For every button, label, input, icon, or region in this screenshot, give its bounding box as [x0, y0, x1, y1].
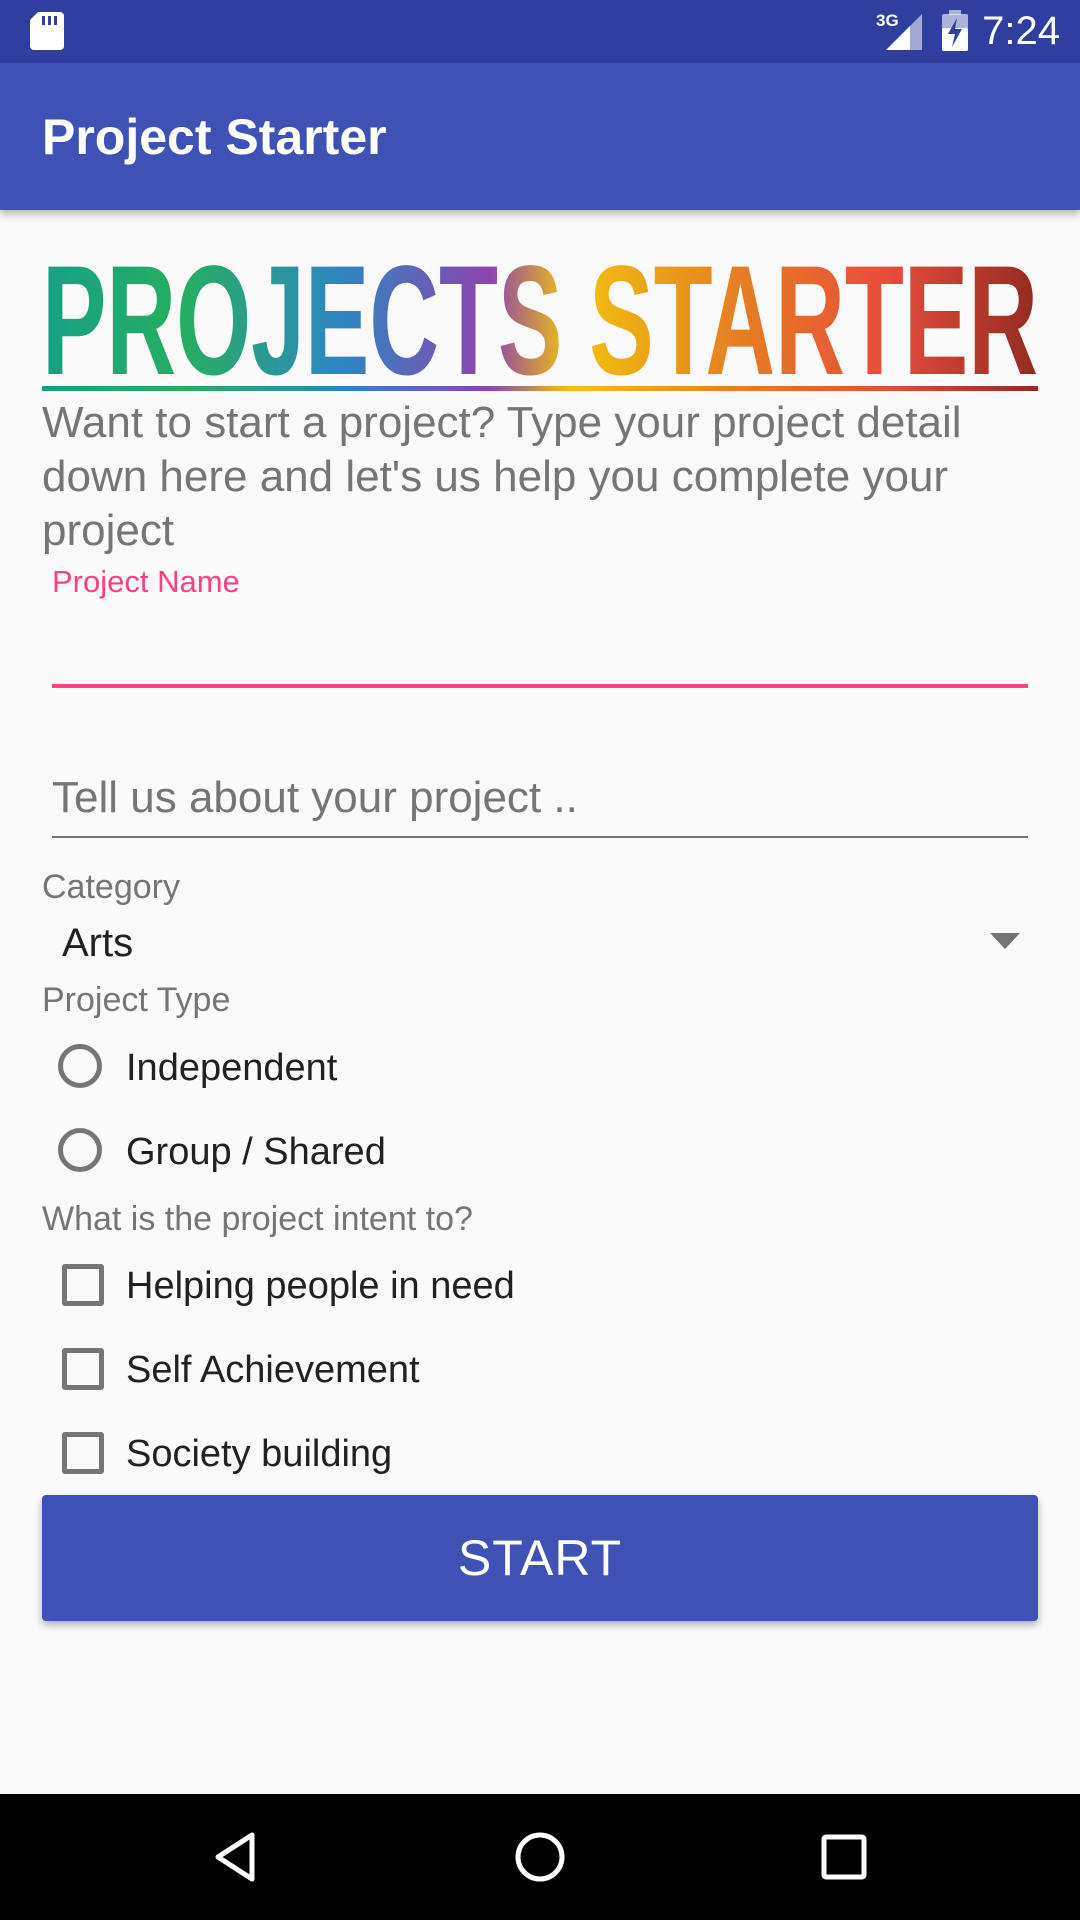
back-icon[interactable]: [206, 1827, 266, 1887]
checkbox-society-building[interactable]: Society building: [42, 1414, 842, 1498]
network-type-label: 3G: [876, 11, 899, 30]
intro-text: Want to start a project? Type your proje…: [42, 398, 962, 555]
battery-charging-icon: [942, 10, 968, 51]
dropdown-arrow-icon: [990, 933, 1020, 949]
recents-icon[interactable]: [814, 1827, 874, 1887]
sd-card-icon: [30, 12, 64, 50]
navigation-bar: [0, 1794, 1080, 1920]
radio-label: Independent: [126, 1047, 338, 1089]
project-name-label: Project Name: [52, 564, 240, 599]
app-bar: Project Starter: [0, 63, 1080, 210]
checkbox-self-achievement[interactable]: Self Achievement: [42, 1330, 842, 1414]
checkbox-label: Self Achievement: [126, 1349, 420, 1391]
checkbox-label: Helping people in need: [126, 1265, 515, 1307]
status-bar: 3G 7:24: [0, 0, 1080, 63]
checkbox-icon[interactable]: [62, 1432, 104, 1474]
status-time: 7:24: [982, 9, 1060, 53]
app-title: Project Starter: [42, 109, 387, 165]
banner-text: PROJECTS STARTER: [42, 248, 1038, 393]
category-selected-value: Arts: [62, 921, 134, 965]
radio-circle-icon[interactable]: [58, 1044, 102, 1088]
project-name-input[interactable]: [52, 600, 1028, 688]
signal-icon: 3G: [876, 11, 922, 50]
category-dropdown[interactable]: Arts: [42, 915, 1038, 971]
intent-label: What is the project intent to?: [42, 1200, 473, 1238]
start-button[interactable]: START: [42, 1495, 1038, 1621]
checkbox-helping-people[interactable]: Helping people in need: [42, 1246, 842, 1330]
radio-group-shared[interactable]: Group / Shared: [42, 1112, 842, 1196]
radio-independent[interactable]: Independent: [42, 1028, 842, 1112]
checkbox-icon[interactable]: [62, 1264, 104, 1306]
category-label: Category: [42, 868, 180, 906]
checkbox-icon[interactable]: [62, 1348, 104, 1390]
home-icon[interactable]: [510, 1827, 570, 1887]
radio-circle-icon[interactable]: [58, 1128, 102, 1172]
project-type-label: Project Type: [42, 981, 231, 1019]
checkbox-label: Society building: [126, 1433, 393, 1475]
projects-starter-banner: PROJECTS STARTER: [42, 248, 1038, 393]
radio-label: Group / Shared: [126, 1131, 386, 1173]
project-description-input[interactable]: [52, 760, 1028, 838]
